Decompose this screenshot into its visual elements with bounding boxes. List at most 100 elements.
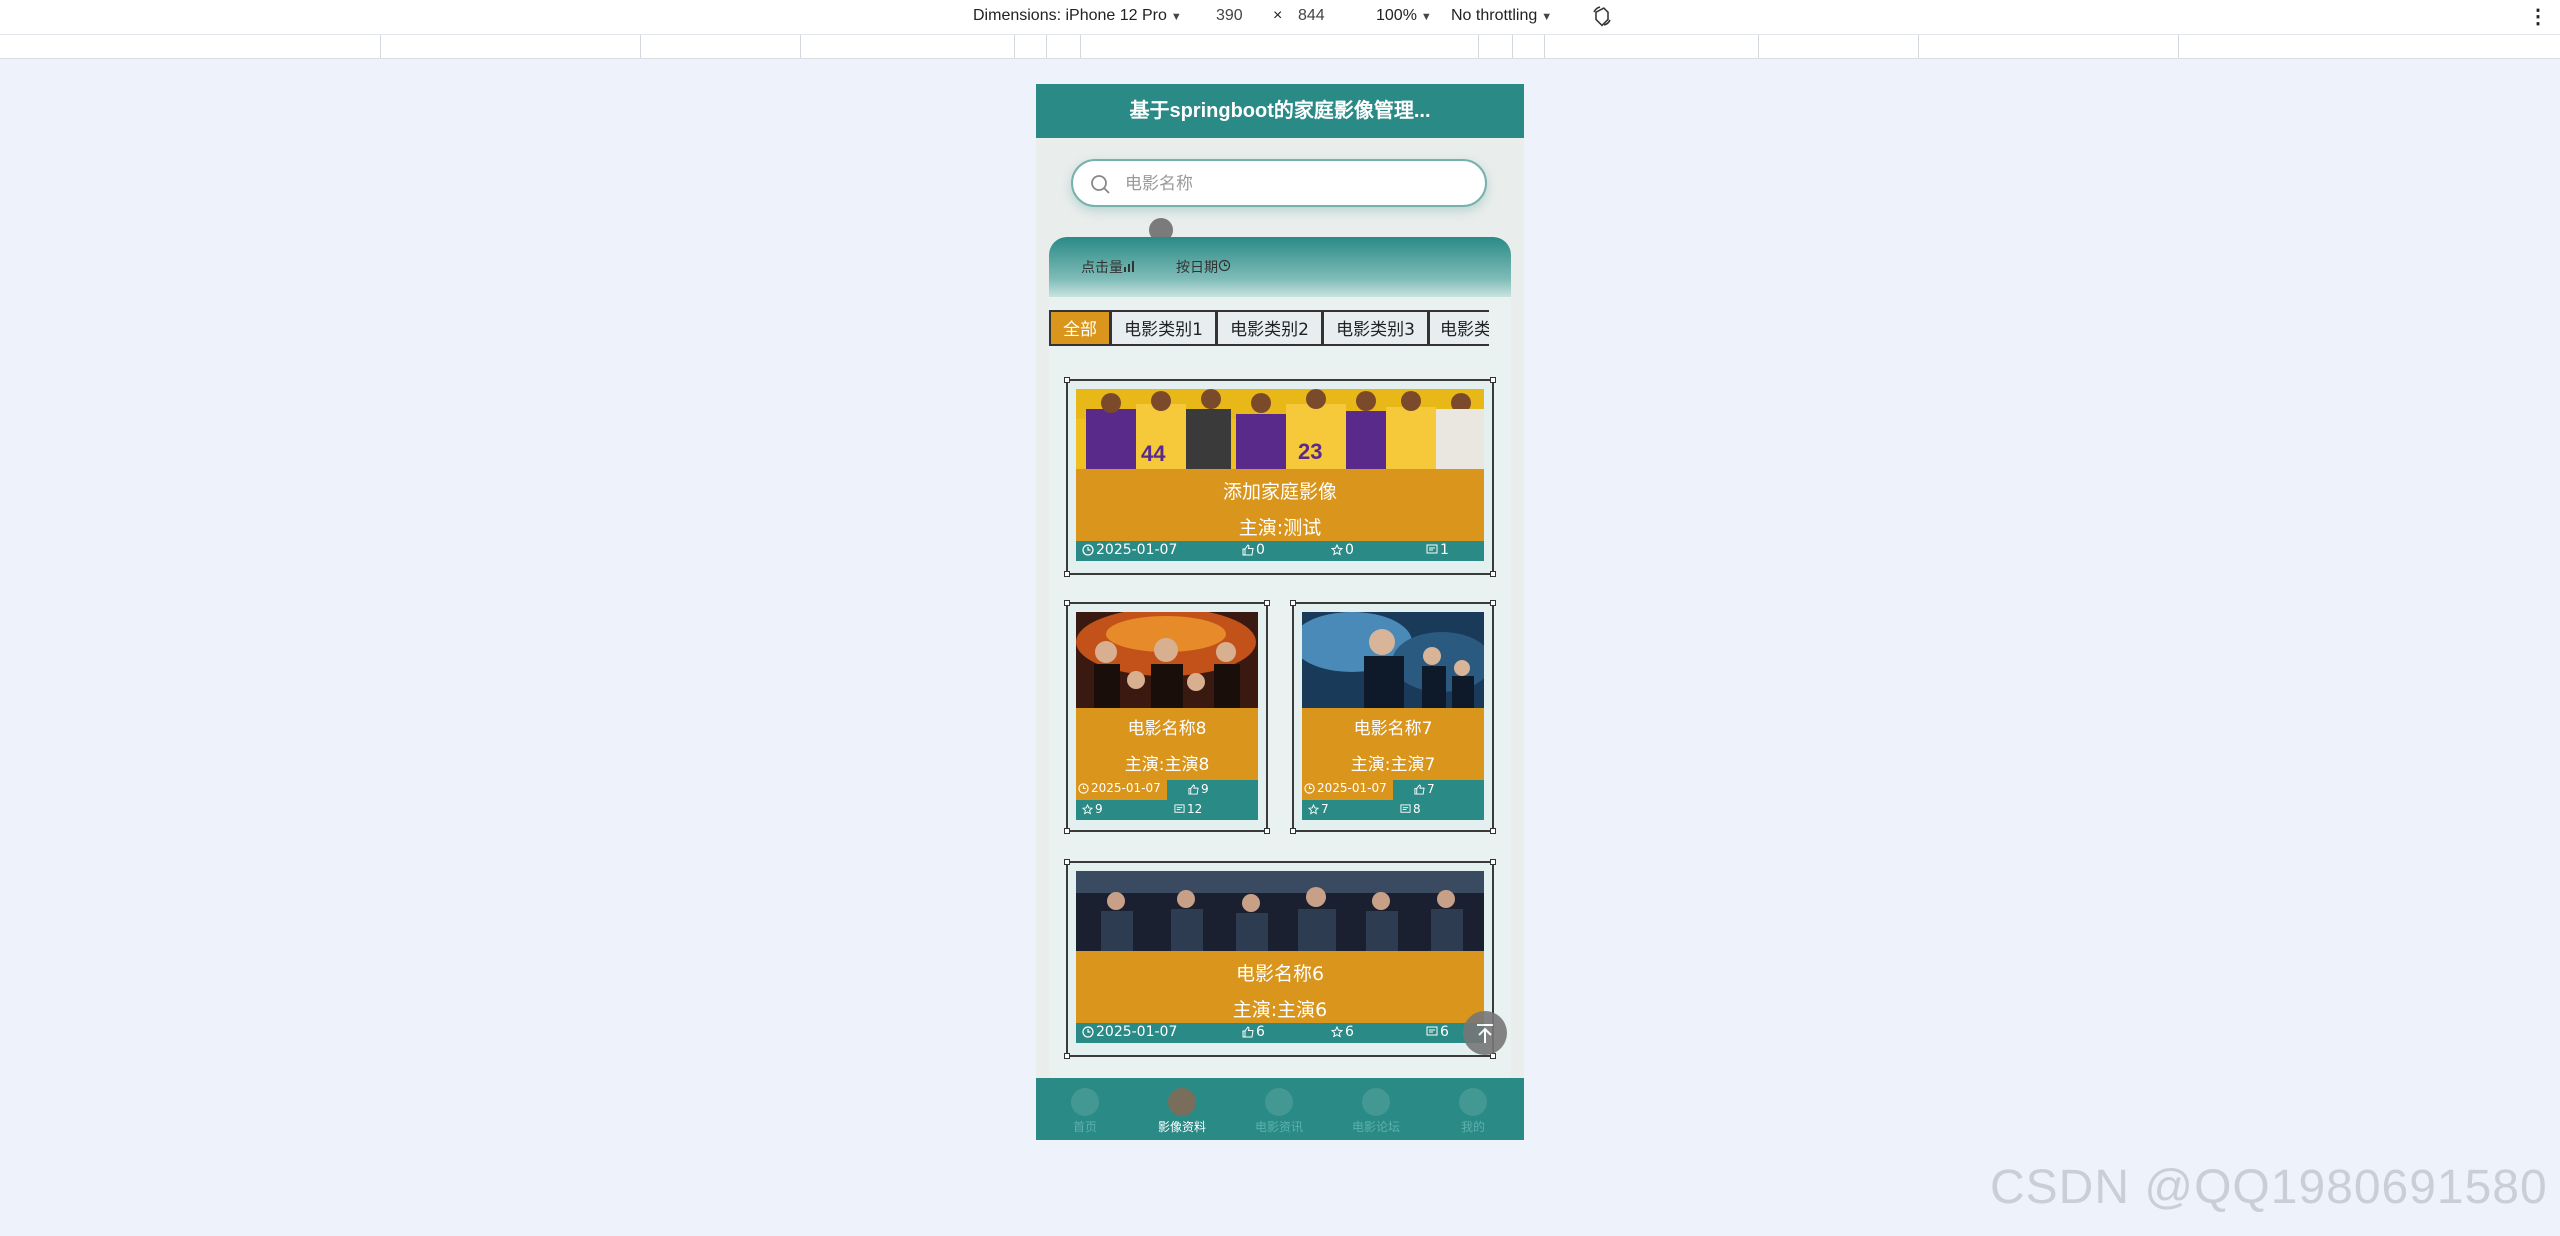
home-icon — [1071, 1088, 1099, 1116]
comment-icon — [1426, 1026, 1438, 1036]
resize-handle — [1264, 828, 1270, 834]
tab-home[interactable]: 首页 — [1036, 1078, 1134, 1140]
comments-value: 8 — [1413, 802, 1421, 816]
back-to-top-button[interactable] — [1463, 1011, 1507, 1055]
comment-icon — [1426, 544, 1438, 554]
ruler-tick — [1512, 35, 1513, 58]
media-title: 电影名称7 — [1353, 719, 1433, 739]
star-icon — [1330, 543, 1344, 556]
dimensions-label: Dimensions: iPhone 12 Pro — [973, 7, 1167, 24]
comments-stat: 6 — [1426, 1024, 1449, 1040]
favorites-stat: 6 — [1330, 1024, 1354, 1040]
resize-handle — [1490, 859, 1496, 865]
media-stats: 2025-01-07 9 9 12 — [1076, 780, 1258, 820]
news-icon — [1265, 1088, 1293, 1116]
clock-icon — [1082, 1026, 1094, 1038]
likes-stat: 7 — [1414, 782, 1435, 796]
media-card[interactable]: 42 44 23 添加家庭影像 主演:测试 2025-01-07 0 0 1 — [1064, 377, 1496, 577]
thumbs-up-icon — [1188, 784, 1199, 795]
ruler-tick — [1080, 35, 1081, 58]
likes-value: 7 — [1427, 782, 1435, 796]
times-sign: × — [1273, 7, 1283, 24]
search-icon — [1089, 173, 1111, 199]
resize-handle — [1064, 600, 1070, 606]
phone-viewport: 基于springboot的家庭影像管理... 点击量 按日期 全部 电影类别1 … — [1036, 84, 1524, 1140]
date-stat: 2025-01-07 — [1082, 542, 1177, 558]
arrow-up-icon — [1477, 1024, 1493, 1043]
likes-value: 9 — [1201, 782, 1209, 796]
resize-handle — [1064, 828, 1070, 834]
media-info: 电影名称6 主演:主演6 — [1076, 951, 1484, 1023]
tab-label: 首页 — [1072, 1120, 1097, 1134]
tab-category-4[interactable]: 电影类 — [1428, 310, 1489, 346]
media-thumbnail — [1302, 612, 1484, 708]
media-stats: 2025-01-07 6 6 6 — [1076, 1023, 1484, 1043]
ruler-tick — [1014, 35, 1015, 58]
clock-icon — [1304, 783, 1315, 794]
chevron-down-icon: ▼ — [1541, 11, 1553, 23]
ruler-tick — [800, 35, 801, 58]
tab-profile[interactable]: 我的 — [1424, 1078, 1522, 1140]
likes-value: 6 — [1256, 1024, 1265, 1040]
throttling-dropdown[interactable]: No throttling ▼ — [1451, 7, 1552, 25]
search-input[interactable] — [1123, 169, 1467, 199]
film-icon — [1168, 1088, 1196, 1116]
media-thumbnail — [1076, 871, 1484, 951]
media-thumbnail: 42 44 23 — [1076, 389, 1484, 469]
sort-label: 点击量 — [1081, 260, 1123, 276]
media-cast: 主演:测试 — [1238, 517, 1322, 539]
ruler-tick — [1478, 35, 1479, 58]
tab-media[interactable]: 影像资料 — [1133, 1078, 1231, 1140]
favorites-value: 6 — [1345, 1024, 1354, 1040]
tab-news[interactable]: 电影资讯 — [1230, 1078, 1328, 1140]
ruler-tick — [1544, 35, 1545, 58]
tab-label: 我的 — [1460, 1120, 1485, 1134]
comments-value: 6 — [1440, 1024, 1449, 1040]
tab-forum[interactable]: 电影论坛 — [1327, 1078, 1425, 1140]
comments-stat: 12 — [1174, 802, 1202, 816]
sort-by-date[interactable]: 按日期 — [1176, 257, 1231, 277]
width-input[interactable]: 390 — [1216, 7, 1243, 25]
tab-category-3[interactable]: 电影类别3 — [1322, 310, 1429, 346]
ruler-tick — [1758, 35, 1759, 58]
media-card[interactable]: 电影名称7 主演:主演7 2025-01-07 7 7 8 — [1290, 600, 1496, 834]
rotate-device-icon[interactable] — [1590, 4, 1614, 33]
media-title: 电影名称6 — [1235, 963, 1325, 985]
tab-category-1[interactable]: 电影类别1 — [1110, 310, 1217, 346]
resize-handle — [1290, 828, 1296, 834]
thumbs-up-icon — [1242, 1026, 1254, 1038]
date-value: 2025-01-07 — [1096, 542, 1178, 558]
chevron-down-icon: ▼ — [1170, 11, 1182, 23]
resize-handle — [1490, 828, 1496, 834]
media-title: 添加家庭影像 — [1222, 481, 1337, 503]
height-input[interactable]: 844 — [1298, 7, 1325, 25]
clock-icon — [1082, 544, 1094, 556]
comments-value: 1 — [1440, 542, 1449, 558]
media-card[interactable]: 电影名称6 主演:主演6 2025-01-07 6 6 6 — [1064, 859, 1496, 1059]
search-box[interactable] — [1071, 159, 1487, 207]
favorites-value: 9 — [1095, 802, 1103, 816]
media-stats: 2025-01-07 7 7 8 — [1302, 780, 1484, 820]
comments-stat: 8 — [1400, 802, 1421, 816]
sort-by-clicks[interactable]: 点击量 — [1081, 257, 1137, 277]
tab-category-2[interactable]: 电影类别2 — [1216, 310, 1323, 346]
date-stat: 2025-01-07 — [1302, 780, 1393, 800]
date-value: 2025-01-07 — [1096, 1024, 1178, 1040]
svg-text:23: 23 — [1298, 439, 1322, 464]
likes-stat: 6 — [1242, 1024, 1265, 1040]
tab-label: 影像资料 — [1157, 1120, 1206, 1134]
chevron-down-icon: ▼ — [1420, 11, 1432, 23]
favorites-value: 0 — [1345, 542, 1354, 558]
svg-text:44: 44 — [1141, 441, 1166, 466]
device-dimensions-dropdown[interactable]: Dimensions: iPhone 12 Pro ▼ — [973, 7, 1182, 25]
media-card[interactable]: 电影名称8 主演:主演8 2025-01-07 9 9 12 — [1064, 600, 1270, 834]
watermark: CSDN @QQ1980691580 — [1990, 1161, 2548, 1214]
bar-chart-icon — [1124, 261, 1134, 272]
tab-all[interactable]: 全部 — [1049, 310, 1111, 346]
resize-handle — [1064, 377, 1070, 383]
user-icon — [1459, 1088, 1487, 1116]
kebab-menu-icon[interactable]: ⋮ — [2528, 4, 2548, 29]
sort-label: 按日期 — [1176, 260, 1218, 276]
zoom-dropdown[interactable]: 100% ▼ — [1376, 7, 1432, 25]
resize-handle — [1490, 377, 1496, 383]
